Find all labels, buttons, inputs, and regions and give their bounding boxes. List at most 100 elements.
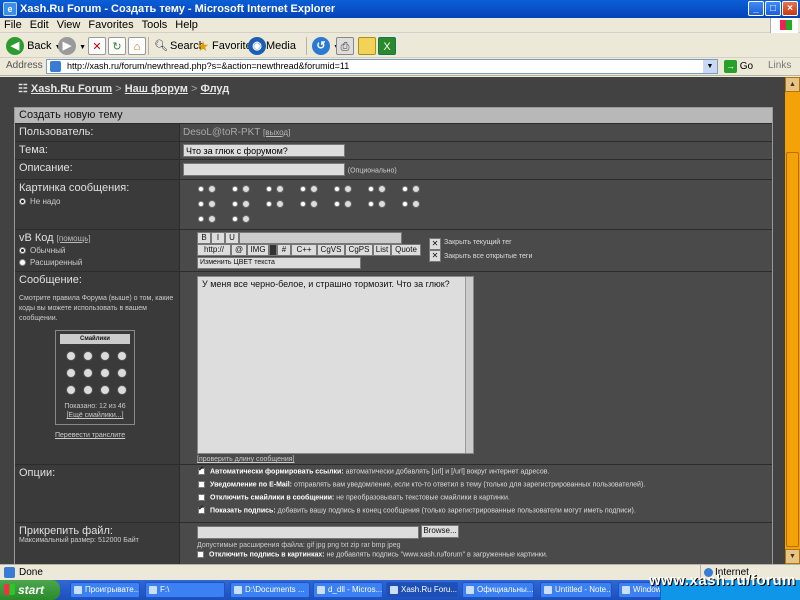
taskbar-item-official[interactable]: Официальны...: [462, 582, 534, 598]
menu-favorites[interactable]: Favorites: [84, 18, 137, 33]
menu-help[interactable]: Help: [171, 18, 202, 33]
scroll-down-arrow-icon[interactable]: ▼: [785, 549, 800, 564]
list-button[interactable]: List: [373, 244, 391, 256]
address-dropdown-icon[interactable]: ▼: [703, 60, 717, 73]
post-icon-radio[interactable]: [300, 186, 306, 193]
refresh-button[interactable]: ↻: [108, 36, 126, 56]
message-textarea[interactable]: У меня все черно-белое, и страшно тормоз…: [197, 276, 474, 454]
media-button[interactable]: ◉ Media: [248, 36, 296, 56]
underline-button[interactable]: U: [225, 232, 239, 244]
window-titlebar[interactable]: e Xash.Ru Forum - Создать тему - Microso…: [0, 0, 800, 18]
home-button[interactable]: ⌂: [128, 36, 146, 56]
post-icon-option[interactable]: [368, 184, 398, 196]
messenger-button[interactable]: X: [378, 36, 396, 56]
post-icon-option[interactable]: [232, 184, 262, 196]
post-icon-radio[interactable]: [368, 186, 374, 193]
post-icon-radio[interactable]: [334, 201, 340, 208]
close-button[interactable]: ×: [782, 1, 798, 16]
menu-file[interactable]: File: [0, 18, 26, 33]
cgps-button[interactable]: CgPS: [345, 244, 373, 256]
description-input[interactable]: [183, 163, 345, 176]
back-button[interactable]: ◀ Back ▼: [6, 36, 62, 56]
url-button[interactable]: http://: [197, 244, 231, 256]
smiley-icon[interactable]: [117, 351, 127, 361]
option-checkbox[interactable]: [198, 504, 205, 514]
post-icon-radio[interactable]: [232, 216, 238, 223]
taskbar-item-vs[interactable]: d_dll - Micros...: [313, 582, 383, 598]
icon-none-radio[interactable]: [19, 198, 26, 206]
folder-button[interactable]: [358, 36, 376, 56]
go-button[interactable]: → Go: [724, 59, 753, 74]
bold-button[interactable]: B: [197, 232, 211, 244]
breadcrumb-forum[interactable]: Наш форум: [125, 83, 188, 95]
post-icon-radio[interactable]: [402, 186, 408, 193]
print-button[interactable]: ⎙: [336, 36, 354, 56]
mode-normal-radio[interactable]: [19, 247, 26, 255]
smiley-icon[interactable]: [100, 368, 110, 378]
post-icon-option[interactable]: [198, 199, 228, 211]
post-icon-option[interactable]: [232, 199, 262, 211]
links-label[interactable]: Links: [768, 60, 791, 71]
translit-link[interactable]: Перевести транслите: [55, 432, 125, 439]
post-icon-option[interactable]: [334, 184, 364, 196]
img-button[interactable]: IMG: [247, 244, 269, 256]
scroll-thumb[interactable]: [786, 152, 799, 547]
post-icon-radio[interactable]: [334, 186, 340, 193]
subject-input[interactable]: [183, 144, 345, 157]
post-icon-radio[interactable]: [266, 201, 272, 208]
page-scrollbar[interactable]: ▲ ▼: [785, 77, 800, 564]
check-length-link[interactable]: [проверить длину сообщения]: [197, 456, 295, 463]
italic-button[interactable]: I: [211, 232, 225, 244]
start-button[interactable]: start: [0, 580, 60, 600]
post-icon-option[interactable]: [198, 184, 228, 196]
taskbar-item-drive-f[interactable]: F:\: [145, 582, 225, 598]
post-icon-option[interactable]: [266, 184, 296, 196]
smiley-icon[interactable]: [117, 385, 127, 395]
option-checkbox[interactable]: [198, 481, 205, 488]
smiley-icon[interactable]: [100, 351, 110, 361]
menu-view[interactable]: View: [53, 18, 85, 33]
post-icon-option[interactable]: [232, 214, 262, 226]
more-smilies-link[interactable]: [Ещё смайлики...]: [56, 412, 134, 419]
cgvs-button[interactable]: CgVS: [317, 244, 345, 256]
hash-button[interactable]: #: [277, 244, 291, 256]
post-icon-radio[interactable]: [368, 201, 374, 208]
smiley-icon[interactable]: [66, 368, 76, 378]
browse-button[interactable]: Browse...: [421, 525, 459, 538]
smiley-icon[interactable]: [83, 368, 93, 378]
stop-button[interactable]: ✕: [88, 36, 106, 56]
post-icon-option[interactable]: [266, 199, 296, 211]
quote-button[interactable]: Quote: [391, 244, 421, 256]
smiley-icon[interactable]: [117, 368, 127, 378]
smiley-icon[interactable]: [66, 385, 76, 395]
post-icon-radio[interactable]: [198, 186, 204, 193]
post-icon-option[interactable]: [334, 199, 364, 211]
menu-tools[interactable]: Tools: [138, 18, 172, 33]
close-current-tag-button[interactable]: ✕: [429, 238, 441, 250]
post-icon-radio[interactable]: [300, 201, 306, 208]
vbcode-help-link[interactable]: [помощь]: [57, 234, 91, 243]
close-all-tags-button[interactable]: ✕: [429, 250, 441, 262]
taskbar-item-player[interactable]: Проигрывате...: [70, 582, 140, 598]
smiley-icon[interactable]: [100, 385, 110, 395]
post-icon-option[interactable]: [402, 184, 432, 196]
forward-button[interactable]: ▶ ▼: [58, 36, 86, 56]
post-icon-radio[interactable]: [232, 201, 238, 208]
address-input[interactable]: http://xash.ru/forum/newthread.php?s=&ac…: [46, 59, 718, 74]
post-icon-radio[interactable]: [232, 186, 238, 193]
cpp-button[interactable]: C++: [291, 244, 317, 256]
color-select[interactable]: Изменить ЦВЕТ текста: [197, 257, 361, 269]
file-input[interactable]: [197, 526, 419, 539]
post-icon-radio[interactable]: [198, 216, 204, 223]
maximize-button[interactable]: □: [765, 1, 781, 16]
post-icon-radio[interactable]: [198, 201, 204, 208]
option-checkbox[interactable]: [198, 494, 205, 501]
minimize-button[interactable]: _: [748, 1, 764, 16]
smiley-icon[interactable]: [66, 351, 76, 361]
taskbar-item-ie[interactable]: Xash.Ru Foru...: [386, 582, 458, 598]
smiley-icon[interactable]: [83, 351, 93, 361]
smiley-icon[interactable]: [83, 385, 93, 395]
mode-extended-radio[interactable]: [19, 259, 26, 267]
post-icon-option[interactable]: [402, 199, 432, 211]
post-icon-radio[interactable]: [402, 201, 408, 208]
